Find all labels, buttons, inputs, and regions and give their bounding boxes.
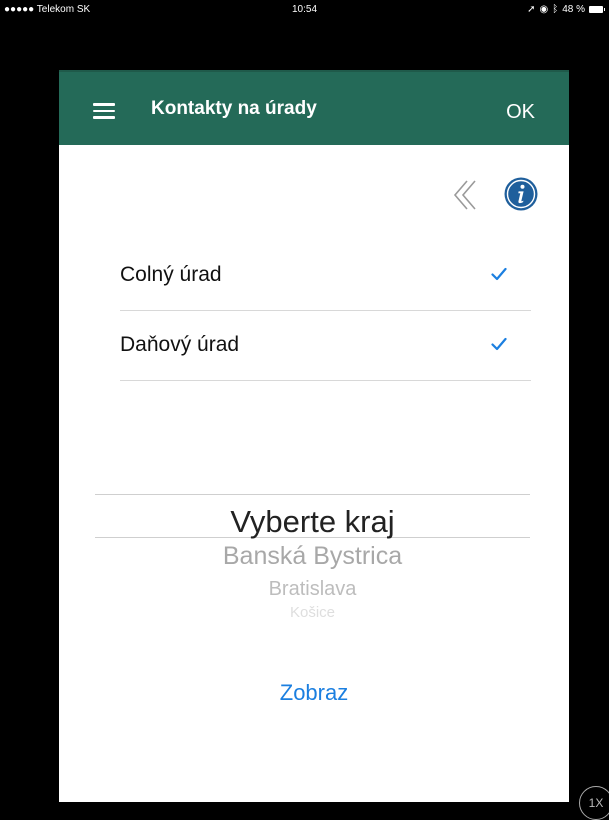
checkmark-icon (491, 337, 507, 351)
chevron-double-left-icon[interactable] (451, 178, 481, 212)
picker-selected-option[interactable]: Vyberte kraj (95, 504, 530, 540)
region-picker[interactable]: Vyberte kraj Banská Bystrica Bratislava … (95, 494, 530, 624)
bluetooth-icon: ᛒ (552, 4, 559, 15)
alarm-icon: ◉ (539, 4, 549, 15)
list-item-customs-office[interactable]: Colný úrad (120, 241, 531, 311)
info-icon[interactable] (503, 176, 539, 212)
status-time: 10:54 (291, 4, 318, 15)
status-bar: ●●●●● Telekom SK 10:54 ➚ ◉ ᛒ 48 % (0, 0, 609, 20)
status-right-group: ➚ ◉ ᛒ 48 % (527, 4, 605, 15)
list-item-label: Colný úrad (120, 263, 222, 286)
ok-button[interactable]: OK (506, 101, 535, 124)
battery-percent: 48 % (562, 4, 585, 15)
checkmark-icon (491, 267, 507, 281)
show-button[interactable]: Zobraz (59, 680, 569, 706)
picker-option[interactable]: Košice (95, 604, 530, 621)
hamburger-menu-icon[interactable] (93, 103, 115, 119)
navigation-bar: Kontakty na úrady OK (59, 70, 569, 145)
location-icon: ➚ (527, 4, 536, 15)
page-title: Kontakty na úrady (151, 98, 317, 119)
picker-option[interactable]: Bratislava (95, 578, 530, 601)
app-panel: Kontakty na úrady OK Colný úrad Daňový ú… (59, 70, 569, 802)
picker-selection-top-line (95, 494, 530, 495)
list-item-tax-office[interactable]: Daňový úrad (120, 311, 531, 381)
list-item-label: Daňový úrad (120, 333, 240, 356)
battery-icon (589, 6, 605, 13)
office-list: Colný úrad Daňový úrad (120, 241, 531, 381)
zoom-badge[interactable]: 1X (579, 786, 609, 820)
picker-option[interactable]: Banská Bystrica (95, 542, 530, 571)
